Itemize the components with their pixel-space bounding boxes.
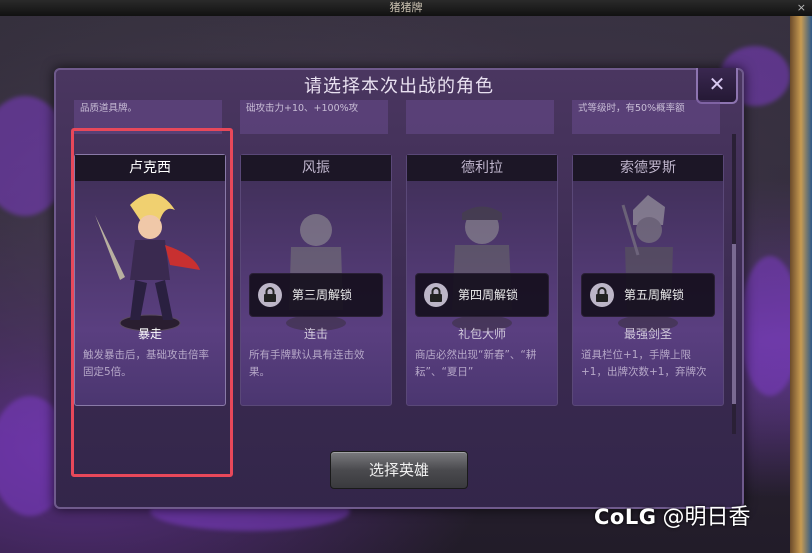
character-name: 风振 <box>241 155 391 181</box>
watermark-text: @明日香 <box>662 505 751 530</box>
character-card-delila[interactable]: 德利拉 第四周解锁 礼包大师 商店必然出现“新春”、“耕耘”、“夏日” <box>406 154 558 406</box>
character-portrait <box>95 193 200 332</box>
peek-item: 式等级时，有50%概率额 <box>572 100 720 134</box>
lock-overlay: 第三周解锁 <box>249 273 383 317</box>
dialog-scrollbar[interactable] <box>732 134 736 434</box>
lock-overlay: 第四周解锁 <box>415 273 549 317</box>
character-card-suodeluosi[interactable]: 索德罗斯 第五周解锁 最强剑圣 道具栏位+1，手牌上限+1，出牌次数+1，弃牌次 <box>572 154 724 406</box>
window-close-button[interactable]: × <box>797 0 806 16</box>
character-card-fengzhen[interactable]: 风振 第三周解锁 连击 所有手牌默认具有连击效果。 <box>240 154 392 406</box>
lock-overlay: 第五周解锁 <box>581 273 715 317</box>
character-name: 德利拉 <box>407 155 557 181</box>
skill-description: 所有手牌默认具有连击效果。 <box>249 349 365 378</box>
skill-name: 连击 <box>303 327 328 341</box>
game-window: 猪猪牌 × 请选择本次出战的角色 ✕ 品质道具牌。 础攻击力+10、+100%攻… <box>0 0 812 553</box>
scrollbar-thumb[interactable] <box>732 244 736 404</box>
character-select-dialog: 请选择本次出战的角色 ✕ 品质道具牌。 础攻击力+10、+100%攻 式等级时，… <box>54 68 744 509</box>
skill-description: 商店必然出现“新春”、“耕耘”、“夏日” <box>415 349 537 378</box>
unlock-condition: 第五周解锁 <box>624 288 685 302</box>
peek-item <box>406 100 554 134</box>
peek-item: 础攻击力+10、+100%攻 <box>240 100 388 134</box>
unlock-condition: 第四周解锁 <box>458 288 519 302</box>
lock-icon <box>424 283 448 307</box>
character-name: 卢克西 <box>75 155 225 181</box>
dialog-title: 请选择本次出战的角色 <box>304 76 494 97</box>
character-name: 索德罗斯 <box>573 155 723 181</box>
lock-icon <box>258 283 282 307</box>
previous-row-peek: 品质道具牌。 础攻击力+10、+100%攻 式等级时，有50%概率额 <box>74 100 724 134</box>
unlock-condition: 第三周解锁 <box>292 288 353 302</box>
character-card-luxi[interactable]: 卢克西 暴走 触发暴击后，基础攻击倍率固定5倍。 <box>74 154 226 406</box>
peek-item: 品质道具牌。 <box>74 100 222 134</box>
skill-name: 礼包大师 <box>457 327 506 341</box>
side-art-strip <box>790 16 812 553</box>
select-hero-button[interactable]: 选择英雄 <box>330 451 468 489</box>
watermark-logo: CoLG <box>594 505 657 529</box>
title-bar: 猪猪牌 × <box>0 0 812 17</box>
skill-description: 道具栏位+1，手牌上限+1，出牌次数+1，弃牌次 <box>581 349 707 378</box>
window-title: 猪猪牌 <box>389 1 423 14</box>
skill-description: 触发暴击后，基础攻击倍率固定5倍。 <box>83 349 209 378</box>
skill-name: 暴走 <box>137 327 162 341</box>
watermark: CoLG @明日香 <box>594 502 750 533</box>
lock-icon <box>590 283 614 307</box>
dialog-close-button[interactable]: ✕ <box>696 68 738 104</box>
skill-name: 最强剑圣 <box>623 327 672 341</box>
